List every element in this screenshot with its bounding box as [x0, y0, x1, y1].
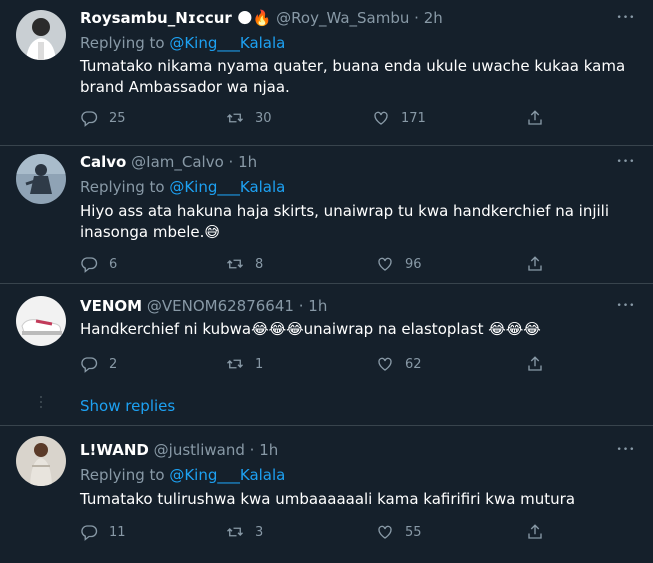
reply-count: 11	[109, 524, 126, 540]
like-count: 55	[405, 524, 422, 540]
replying-to-mention[interactable]: @King___Kalala	[169, 34, 285, 52]
share-button[interactable]	[526, 354, 555, 374]
timestamp[interactable]: 2h	[424, 9, 443, 27]
replying-to: Replying to @King___Kalala	[80, 465, 285, 485]
like-icon	[378, 357, 392, 371]
like-button[interactable]: 62	[376, 354, 422, 374]
avatar[interactable]	[16, 436, 66, 486]
like-icon	[378, 257, 392, 271]
reply-count: 25	[109, 110, 126, 126]
share-icon	[528, 524, 542, 539]
user-handle[interactable]: @Roy_Wa_Sambu	[276, 9, 409, 27]
replying-to-prefix: Replying to	[80, 466, 170, 484]
retweet-icon	[227, 113, 243, 123]
reply-count: 2	[109, 356, 118, 372]
tweet-actions: 11 3 55	[80, 522, 560, 542]
tweet-actions: 25 30 171	[80, 108, 560, 128]
tweet-text: Handkerchief ni kubwa😂😂😂unaiwrap na elas…	[80, 320, 541, 338]
replying-to-mention[interactable]: @King___Kalala	[169, 466, 285, 484]
tweet-actions: 2 1 62	[80, 354, 560, 374]
like-icon	[374, 111, 388, 125]
retweet-count: 3	[255, 524, 264, 540]
retweet-icon	[227, 359, 243, 369]
share-icon	[528, 110, 542, 125]
like-count: 62	[405, 356, 422, 372]
like-count: 96	[405, 256, 422, 272]
retweet-button[interactable]: 30	[226, 108, 272, 128]
tweet-header: Roysambu_Nɪccur 🌑🔥 @Roy_Wa_Sambu · 2h	[80, 8, 443, 28]
replying-to: Replying to @King___Kalala	[80, 177, 285, 197]
user-handle[interactable]: @Iam_Calvo	[131, 153, 224, 171]
retweet-icon	[227, 527, 243, 537]
replying-to-mention[interactable]: @King___Kalala	[169, 178, 285, 196]
tweet-text: Hiyo ass ata hakuna haja skirts, unaiwra…	[80, 202, 609, 241]
reply-icon	[81, 525, 98, 541]
share-button[interactable]	[526, 108, 555, 128]
tweet[interactable]: L!WAND @justliwand · 1h ••• Replying to …	[0, 426, 653, 563]
tweet-text: Tumatako tulirushwa kwa umbaaaaaali kama…	[80, 490, 576, 508]
retweet-count: 30	[255, 110, 272, 126]
separator: ·	[298, 297, 304, 315]
display-name[interactable]: VENOM	[80, 297, 142, 315]
separator: ·	[228, 153, 234, 171]
share-button[interactable]	[526, 254, 555, 274]
reply-button[interactable]: 11	[80, 522, 126, 542]
share-icon	[528, 356, 542, 371]
more-icon[interactable]: •••	[615, 444, 637, 464]
more-icon[interactable]: •••	[615, 300, 637, 320]
retweet-button[interactable]: 3	[226, 522, 263, 542]
avatar[interactable]	[16, 154, 66, 204]
display-name[interactable]: Calvo	[80, 153, 126, 171]
separator: ·	[249, 441, 255, 459]
like-button[interactable]: 55	[376, 522, 422, 542]
thread-connector	[40, 396, 42, 411]
display-name[interactable]: L!WAND	[80, 441, 149, 459]
tweet[interactable]: Roysambu_Nɪccur 🌑🔥 @Roy_Wa_Sambu · 2h ••…	[0, 0, 653, 145]
retweet-button[interactable]: 1	[226, 354, 263, 374]
reply-count: 6	[109, 256, 118, 272]
share-icon	[528, 256, 542, 271]
retweet-button[interactable]: 8	[226, 254, 263, 274]
reply-button[interactable]: 25	[80, 108, 126, 128]
avatar[interactable]	[16, 296, 66, 346]
like-button[interactable]: 96	[376, 254, 422, 274]
separator: ·	[414, 9, 419, 27]
share-button[interactable]	[526, 522, 555, 542]
display-name[interactable]: Roysambu_Nɪccur 🌑🔥	[80, 9, 271, 27]
reply-icon	[81, 357, 98, 373]
reply-button[interactable]: 2	[80, 354, 117, 374]
retweet-count: 1	[255, 356, 264, 372]
timestamp[interactable]: 1h	[259, 441, 278, 459]
retweet-icon	[227, 259, 243, 269]
more-icon[interactable]: •••	[615, 12, 637, 32]
tweet-header: L!WAND @justliwand · 1h	[80, 440, 278, 460]
like-button[interactable]: 171	[372, 108, 426, 128]
reply-icon	[81, 257, 98, 273]
tweet[interactable]: Calvo @Iam_Calvo · 1h ••• Replying to @K…	[0, 146, 653, 283]
like-count: 171	[401, 110, 426, 126]
like-icon	[378, 525, 392, 539]
replying-to-prefix: Replying to	[80, 34, 170, 52]
tweet-header: Calvo @Iam_Calvo · 1h	[80, 152, 257, 172]
timestamp[interactable]: 1h	[308, 297, 327, 315]
more-icon[interactable]: •••	[615, 156, 637, 176]
show-replies-link[interactable]: Show replies	[80, 396, 175, 416]
timestamp[interactable]: 1h	[238, 153, 257, 171]
reply-icon	[81, 111, 98, 127]
tweet-text: Tumatako nikama nyama quater, buana enda…	[80, 57, 626, 96]
avatar[interactable]	[16, 10, 66, 60]
replying-to: Replying to @King___Kalala	[80, 33, 285, 53]
user-handle[interactable]: @VENOM62876641	[147, 297, 294, 315]
tweet-actions: 6 8 96	[80, 254, 560, 274]
retweet-count: 8	[255, 256, 264, 272]
replying-to-prefix: Replying to	[80, 178, 170, 196]
user-handle[interactable]: @justliwand	[154, 441, 245, 459]
tweet[interactable]: VENOM @VENOM62876641 · 1h ••• Handkerchi…	[0, 284, 653, 425]
reply-button[interactable]: 6	[80, 254, 117, 274]
tweet-header: VENOM @VENOM62876641 · 1h	[80, 296, 327, 316]
